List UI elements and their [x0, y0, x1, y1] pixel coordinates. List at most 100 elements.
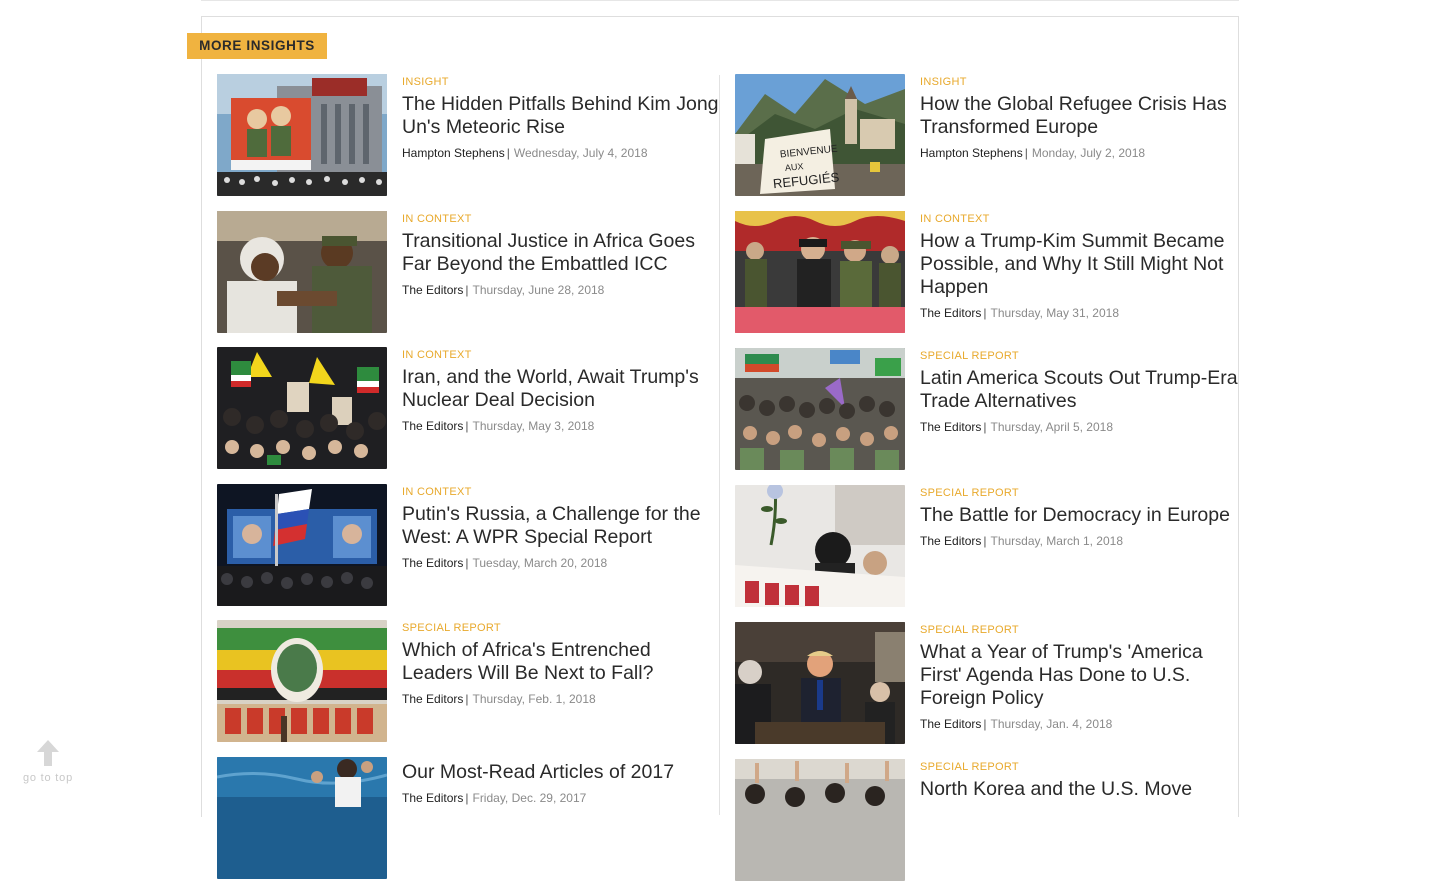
courtroom-photo-icon	[217, 211, 387, 333]
article-meta: SPECIAL REPORT North Korea and the U.S. …	[920, 759, 1240, 822]
article-meta: SPECIAL REPORT Which of Africa's Entrenc…	[402, 620, 722, 706]
article-author[interactable]: The Editors	[402, 556, 463, 570]
article-meta: Our Most-Read Articles of 2017 The Edito…	[402, 757, 722, 805]
article-byline: The Editors | Thursday, June 28, 2018	[402, 283, 722, 297]
article-date: Wednesday, July 4, 2018	[513, 146, 648, 160]
article-thumbnail[interactable]	[735, 622, 905, 744]
article-byline: The Editors | Thursday, May 3, 2018	[402, 419, 722, 433]
article-author[interactable]: The Editors	[402, 283, 463, 297]
article-meta: IN CONTEXT Transitional Justice in Afric…	[402, 211, 722, 297]
article-category[interactable]: SPECIAL REPORT	[920, 623, 1240, 637]
article-headline-link[interactable]: The Hidden Pitfalls Behind Kim Jong Un's…	[402, 93, 722, 139]
article-category[interactable]: INSIGHT	[920, 75, 1240, 89]
article-headline-link[interactable]: How the Global Refugee Crisis Has Transf…	[920, 93, 1240, 139]
article-byline: The Editors | Thursday, Jan. 4, 2018	[920, 717, 1240, 731]
article-meta: INSIGHT How the Global Refugee Crisis Ha…	[920, 74, 1240, 160]
iran-rally-photo-icon	[217, 347, 387, 469]
article-meta: SPECIAL REPORT The Battle for Democracy …	[920, 485, 1240, 548]
kim-military-photo-icon	[735, 211, 905, 333]
article-thumbnail[interactable]	[735, 348, 905, 470]
north-korea-propaganda-photo-icon	[217, 74, 387, 196]
article-category[interactable]: SPECIAL REPORT	[920, 760, 1240, 774]
article-meta: IN CONTEXT Putin's Russia, a Challenge f…	[402, 484, 722, 570]
article-headline-link[interactable]: What a Year of Trump's 'America First' A…	[920, 641, 1240, 710]
article-date: Thursday, May 31, 2018	[990, 306, 1119, 320]
article-thumbnail[interactable]	[217, 484, 387, 606]
article-thumbnail[interactable]	[735, 211, 905, 333]
article-author[interactable]: The Editors	[402, 692, 463, 706]
article-item: IN CONTEXT Putin's Russia, a Challenge f…	[217, 484, 717, 607]
article-author[interactable]: The Editors	[402, 419, 463, 433]
article-byline: Hampton Stephens | Wednesday, July 4, 2018	[402, 146, 722, 160]
welcome-refugees-banner-photo-icon: BIENVENUE AUX REFUGIÉS	[735, 74, 905, 196]
latin-america-protest-photo-icon	[735, 348, 905, 470]
article-headline-link[interactable]: Putin's Russia, a Challenge for the West…	[402, 503, 722, 549]
article-date: Thursday, June 28, 2018	[472, 283, 605, 297]
article-item: SPECIAL REPORT What a Year of Trump's 'A…	[735, 622, 1235, 745]
article-item: Our Most-Read Articles of 2017 The Edito…	[217, 757, 717, 880]
article-headline-link[interactable]: Transitional Justice in Africa Goes Far …	[402, 230, 722, 276]
article-author[interactable]: The Editors	[920, 534, 981, 548]
article-headline-link[interactable]: How a Trump-Kim Summit Became Possible, …	[920, 230, 1240, 299]
article-category[interactable]: IN CONTEXT	[920, 212, 1240, 226]
article-category[interactable]: IN CONTEXT	[402, 485, 722, 499]
article-date: Thursday, March 1, 2018	[990, 534, 1123, 548]
byline-separator: |	[465, 419, 469, 433]
article-meta: INSIGHT The Hidden Pitfalls Behind Kim J…	[402, 74, 722, 160]
article-thumbnail[interactable]	[217, 74, 387, 196]
article-category[interactable]: SPECIAL REPORT	[402, 621, 722, 635]
go-to-top-button[interactable]: go to top	[18, 740, 78, 790]
article-item: SPECIAL REPORT Which of Africa's Entrenc…	[217, 620, 717, 743]
article-date: Thursday, May 3, 2018	[472, 419, 595, 433]
article-byline: The Editors | Thursday, March 1, 2018	[920, 534, 1240, 548]
article-thumbnail[interactable]	[217, 620, 387, 742]
article-thumbnail[interactable]	[735, 485, 905, 607]
migrants-sea-photo-icon	[217, 757, 387, 879]
article-thumbnail[interactable]	[217, 757, 387, 879]
article-item: INSIGHT The Hidden Pitfalls Behind Kim J…	[217, 74, 719, 197]
article-meta: SPECIAL REPORT Latin America Scouts Out …	[920, 348, 1240, 434]
article-thumbnail[interactable]	[735, 759, 905, 881]
article-author[interactable]: Hampton Stephens	[920, 146, 1023, 160]
article-date: Tuesday, March 20, 2018	[472, 556, 608, 570]
article-category[interactable]: SPECIAL REPORT	[920, 349, 1240, 363]
article-thumbnail[interactable]: BIENVENUE AUX REFUGIÉS	[735, 74, 905, 196]
article-item: SPECIAL REPORT North Korea and the U.S. …	[735, 759, 1235, 882]
article-author[interactable]: Hampton Stephens	[402, 146, 505, 160]
article-byline: The Editors | Thursday, Feb. 1, 2018	[402, 692, 722, 706]
article-byline	[920, 808, 1240, 822]
article-date: Thursday, Feb. 1, 2018	[472, 692, 596, 706]
article-byline: Hampton Stephens | Monday, July 2, 2018	[920, 146, 1240, 160]
article-byline: The Editors | Thursday, May 31, 2018	[920, 306, 1240, 320]
article-meta: IN CONTEXT Iran, and the World, Await Tr…	[402, 347, 722, 433]
article-item: IN CONTEXT Transitional Justice in Afric…	[217, 211, 717, 334]
byline-separator: |	[983, 306, 987, 320]
article-author[interactable]: The Editors	[920, 420, 981, 434]
article-category[interactable]: INSIGHT	[402, 75, 722, 89]
article-byline: The Editors | Tuesday, March 20, 2018	[402, 556, 722, 570]
article-meta: SPECIAL REPORT What a Year of Trump's 'A…	[920, 622, 1240, 731]
article-date: Thursday, April 5, 2018	[990, 420, 1113, 434]
article-headline-link[interactable]: Iran, and the World, Await Trump's Nucle…	[402, 366, 722, 412]
byline-separator: |	[983, 534, 987, 548]
article-category[interactable]: IN CONTEXT	[402, 212, 722, 226]
article-headline-link[interactable]: Our Most-Read Articles of 2017	[402, 761, 722, 784]
article-headline-link[interactable]: North Korea and the U.S. Move	[920, 778, 1240, 801]
article-item: SPECIAL REPORT Latin America Scouts Out …	[735, 348, 1238, 471]
article-author[interactable]: The Editors	[920, 717, 981, 731]
article-meta: IN CONTEXT How a Trump-Kim Summit Became…	[920, 211, 1240, 320]
article-category[interactable]: IN CONTEXT	[402, 348, 722, 362]
byline-separator: |	[465, 692, 469, 706]
byline-separator: |	[465, 283, 469, 297]
article-headline-link[interactable]: Latin America Scouts Out Trump-Era Trade…	[920, 367, 1240, 413]
article-headline-link[interactable]: The Battle for Democracy in Europe	[920, 504, 1240, 527]
article-thumbnail[interactable]	[217, 347, 387, 469]
article-category[interactable]: SPECIAL REPORT	[920, 486, 1240, 500]
article-headline-link[interactable]: Which of Africa's Entrenched Leaders Wil…	[402, 639, 722, 685]
article-date: Thursday, Jan. 4, 2018	[990, 717, 1113, 731]
article-author[interactable]: The Editors	[920, 306, 981, 320]
russia-rally-photo-icon	[217, 484, 387, 606]
arrow-up-icon	[18, 740, 78, 766]
article-thumbnail[interactable]	[217, 211, 387, 333]
byline-separator: |	[1024, 146, 1028, 160]
